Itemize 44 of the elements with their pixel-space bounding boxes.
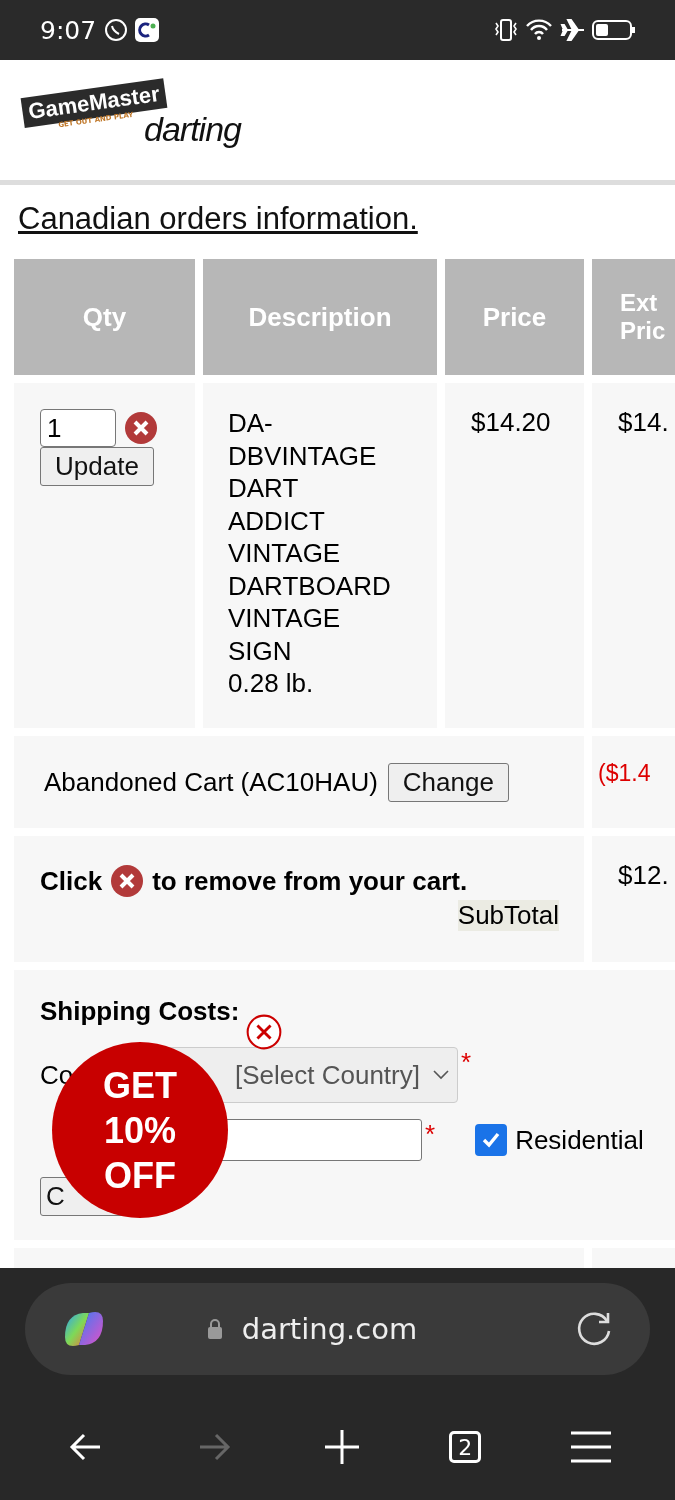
tab-count-button[interactable]: 2 bbox=[449, 1431, 482, 1463]
column-header: Price bbox=[445, 259, 584, 375]
battery-icon bbox=[591, 17, 637, 43]
url-text: darting.com bbox=[241, 1312, 418, 1346]
close-icon[interactable] bbox=[246, 1014, 282, 1050]
info-link[interactable]: Canadian orders information. bbox=[18, 201, 675, 237]
instruction-text: Click bbox=[40, 865, 103, 897]
app-icon bbox=[134, 17, 161, 43]
price-text: $14.20 bbox=[471, 407, 551, 437]
description-text: 0.28 lb. bbox=[228, 667, 315, 700]
chevron-down-icon bbox=[433, 1070, 449, 1080]
description-text: SIGN bbox=[228, 634, 293, 667]
description-text: DBVINTAGE bbox=[228, 439, 378, 472]
status-time: 9:07 bbox=[40, 15, 97, 45]
description-text: DART bbox=[228, 472, 300, 505]
required-mark: * bbox=[461, 1047, 472, 1078]
remove-icon[interactable] bbox=[124, 411, 158, 445]
residential-label: Residential bbox=[515, 1124, 644, 1156]
address-bar[interactable]: darting.com bbox=[25, 1283, 650, 1375]
subtotal-amount: $12. bbox=[618, 860, 669, 890]
residential-checkbox[interactable] bbox=[475, 1124, 508, 1156]
update-button[interactable]: Update bbox=[40, 447, 154, 486]
required-mark: * bbox=[425, 1119, 436, 1150]
column-header: Description bbox=[203, 259, 437, 375]
description-text: DARTBOARD bbox=[228, 569, 392, 602]
quantity-field[interactable]: 1 bbox=[40, 409, 116, 447]
discount-amount: ($1.4 bbox=[598, 760, 651, 786]
airplane-icon bbox=[560, 17, 586, 43]
description-text: DA- bbox=[228, 407, 274, 440]
column-header: Qty bbox=[14, 259, 195, 375]
description-text: VINTAGE bbox=[228, 602, 342, 635]
instruction-text: to remove from your cart. bbox=[152, 865, 468, 897]
shipping-title: Shipping Costs: bbox=[40, 996, 241, 1027]
remove-icon bbox=[110, 864, 145, 898]
description-text: VINTAGE bbox=[228, 537, 342, 570]
column-header: Ext Pric bbox=[592, 259, 675, 375]
change-button[interactable]: Change bbox=[387, 762, 509, 802]
lock-icon bbox=[205, 1318, 224, 1340]
subtotal-label: SubTotal bbox=[457, 900, 559, 931]
wifi-icon bbox=[525, 17, 555, 43]
extended-price-text: $14. bbox=[618, 407, 669, 437]
discount-label: Abandoned Cart (AC10HAU) bbox=[44, 766, 378, 798]
vibrate-icon bbox=[492, 17, 520, 43]
description-text: ADDICT bbox=[228, 504, 326, 537]
